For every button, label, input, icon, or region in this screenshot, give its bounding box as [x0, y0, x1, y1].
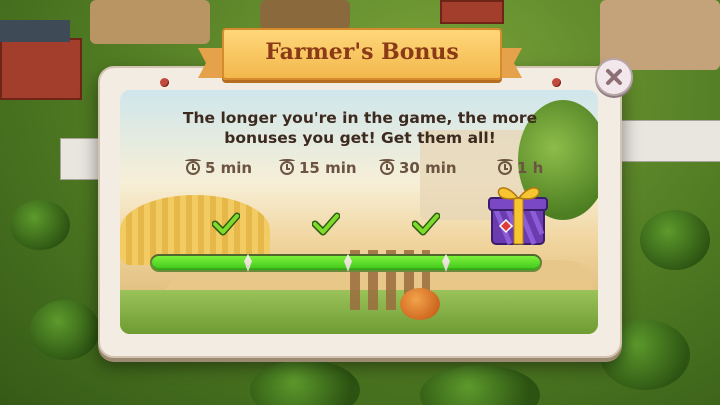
background-barn: [440, 0, 504, 24]
tier-5-min: 5 min: [185, 158, 253, 178]
tier-30-min: 30 min: [379, 158, 457, 178]
bonus-message-line: bonuses you get! Get them all!: [224, 129, 496, 147]
background-bush: [250, 360, 360, 405]
alarm-clock-icon: [379, 159, 395, 175]
title-banner: Farmer's Bonus: [222, 28, 502, 80]
dialog-illustration: The longer you're in the game, the more …: [120, 90, 598, 334]
alarm-clock-icon: [497, 159, 513, 175]
close-button[interactable]: [595, 58, 633, 96]
background-bush: [30, 300, 100, 360]
dialog-title: Farmer's Bonus: [265, 39, 459, 65]
background-bush: [10, 200, 70, 250]
alarm-clock-icon: [279, 159, 295, 175]
tier-label: 5 min: [205, 159, 253, 177]
pin-icon: [160, 78, 169, 87]
farmers-bonus-dialog: The longer you're in the game, the more …: [98, 66, 622, 358]
background-fence: [620, 120, 720, 162]
pin-icon: [552, 78, 561, 87]
tier-label: 1 h: [517, 159, 544, 177]
alarm-clock-icon: [185, 159, 201, 175]
gift-box-icon: [488, 187, 548, 245]
tier-1-h: 1 h: [497, 158, 544, 178]
close-icon: [606, 69, 622, 85]
bonus-message-line: The longer you're in the game, the more: [182, 109, 538, 127]
bonus-progress-bar: [150, 254, 542, 272]
checkmark-icon: [212, 212, 240, 236]
pumpkin-icon: [400, 288, 440, 320]
background-fence: [60, 138, 102, 180]
checkmark-icon: [412, 212, 440, 236]
bonus-message: The longer you're in the game, the more …: [160, 108, 560, 148]
background-field: [90, 0, 210, 44]
tier-label: 30 min: [399, 159, 457, 177]
tier-label: 15 min: [299, 159, 357, 177]
checkmark-icon: [312, 212, 340, 236]
background-field: [260, 0, 350, 30]
tier-15-min: 15 min: [279, 158, 357, 178]
background-bush: [420, 365, 540, 405]
background-barn: [0, 38, 82, 100]
background-roof: [0, 20, 70, 42]
background-bush: [640, 210, 710, 270]
